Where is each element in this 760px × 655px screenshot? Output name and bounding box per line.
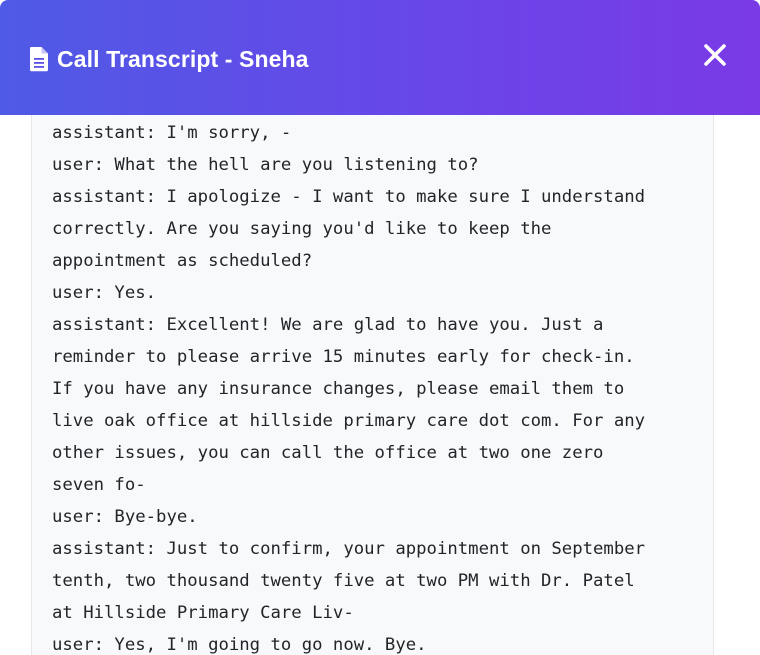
transcript-line: user: Yes, I'm going to go now. Bye. bbox=[52, 635, 427, 655]
transcript-line: correctly. Are you saying you'd like to … bbox=[52, 219, 552, 239]
close-icon bbox=[704, 44, 726, 66]
document-icon bbox=[29, 46, 49, 72]
transcript-line: reminder to please arrive 15 minutes ear… bbox=[52, 347, 635, 367]
transcript-line: other issues, you can call the office at… bbox=[52, 443, 604, 463]
transcript-line: If you have any insurance changes, pleas… bbox=[52, 379, 625, 399]
modal-header: Call Transcript - Sneha bbox=[0, 0, 760, 115]
close-button[interactable] bbox=[700, 40, 730, 70]
transcript-line: live oak office at hillside primary care… bbox=[52, 411, 646, 431]
transcript-line: tenth, two thousand twenty five at two P… bbox=[52, 571, 635, 591]
transcript-container[interactable]: assistant: I'm sorry, - user: What the h… bbox=[31, 115, 714, 655]
transcript-line: seven fo- bbox=[52, 475, 146, 495]
transcript-line: user: Bye-bye. bbox=[52, 507, 198, 527]
transcript-line: user: Yes. bbox=[52, 283, 157, 303]
modal-title: Call Transcript - Sneha bbox=[57, 45, 309, 72]
modal-title-wrap: Call Transcript - Sneha bbox=[29, 41, 309, 77]
transcript-line: assistant: I'm sorry, - bbox=[52, 123, 292, 143]
transcript-line: assistant: Just to confirm, your appoint… bbox=[52, 539, 646, 559]
transcript-line: assistant: I apologize - I want to make … bbox=[52, 187, 646, 207]
call-transcript-modal: Call Transcript - Sneha assistant: I'm s… bbox=[0, 0, 760, 655]
transcript-line: assistant: Excellent! We are glad to hav… bbox=[52, 315, 604, 335]
modal-body[interactable]: assistant: I'm sorry, - user: What the h… bbox=[0, 115, 760, 655]
transcript-text: assistant: I'm sorry, - user: What the h… bbox=[52, 117, 702, 655]
transcript-line: appointment as scheduled? bbox=[52, 251, 313, 271]
transcript-line: at Hillside Primary Care Liv- bbox=[52, 603, 354, 623]
transcript-line: user: What the hell are you listening to… bbox=[52, 155, 479, 175]
